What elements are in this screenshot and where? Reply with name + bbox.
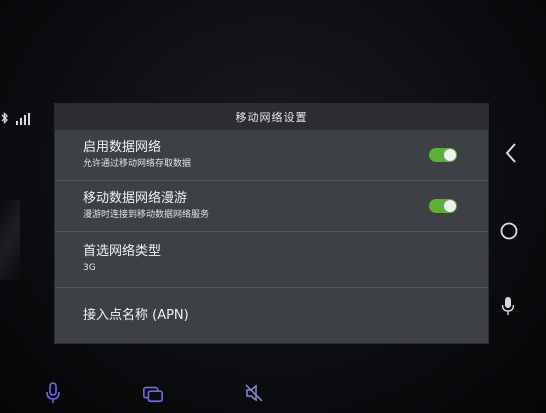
- setting-enable-data[interactable]: 启用数据网络 允许通过移动网络存取数据: [55, 130, 488, 181]
- bottom-mute-button[interactable]: [243, 382, 265, 404]
- setting-title: 移动数据网络漫游: [83, 190, 188, 206]
- mute-icon: [245, 384, 263, 402]
- back-icon: [505, 143, 516, 163]
- setting-subtitle: 漫游时连接到移动数据网络服务: [83, 209, 210, 220]
- back-button[interactable]: [500, 140, 522, 166]
- bottom-voice-button[interactable]: [42, 382, 64, 404]
- setting-data-roaming[interactable]: 移动数据网络漫游 漫游时连接到移动数据网络服务: [55, 181, 488, 232]
- home-button[interactable]: [498, 220, 520, 242]
- enable-data-toggle[interactable]: [429, 148, 457, 162]
- bottom-cast-button[interactable]: [142, 382, 164, 404]
- setting-preferred-network-type[interactable]: 首选网络类型 3G: [55, 232, 488, 288]
- setting-subtitle: 允许通过移动网络存取数据: [83, 158, 192, 169]
- status-bar: [0, 112, 30, 126]
- voice-button[interactable]: [499, 296, 517, 316]
- setting-title: 首选网络类型: [83, 244, 162, 259]
- car-screen: 移动网络设置 启用数据网络 允许通过移动网络存取数据 移动数据网络漫游 漫游时连…: [0, 0, 546, 413]
- setting-title: 启用数据网络: [83, 139, 162, 155]
- cast-icon: [143, 386, 163, 403]
- mobile-network-settings-panel: 移动网络设置 启用数据网络 允许通过移动网络存取数据 移动数据网络漫游 漫游时连…: [55, 104, 488, 343]
- bluetooth-icon: [1, 112, 8, 125]
- microphone-icon: [46, 382, 60, 403]
- setting-title: 接入点名称 (APN): [83, 307, 189, 323]
- signal-icon: [16, 113, 30, 125]
- microphone-icon: [501, 297, 515, 315]
- setting-apn[interactable]: 接入点名称 (APN): [55, 288, 488, 343]
- setting-value: 3G: [83, 263, 96, 273]
- screen-glare: [0, 200, 20, 280]
- data-roaming-toggle[interactable]: [429, 199, 457, 213]
- page-title: 移动网络设置: [55, 104, 488, 130]
- home-icon: [500, 222, 518, 240]
